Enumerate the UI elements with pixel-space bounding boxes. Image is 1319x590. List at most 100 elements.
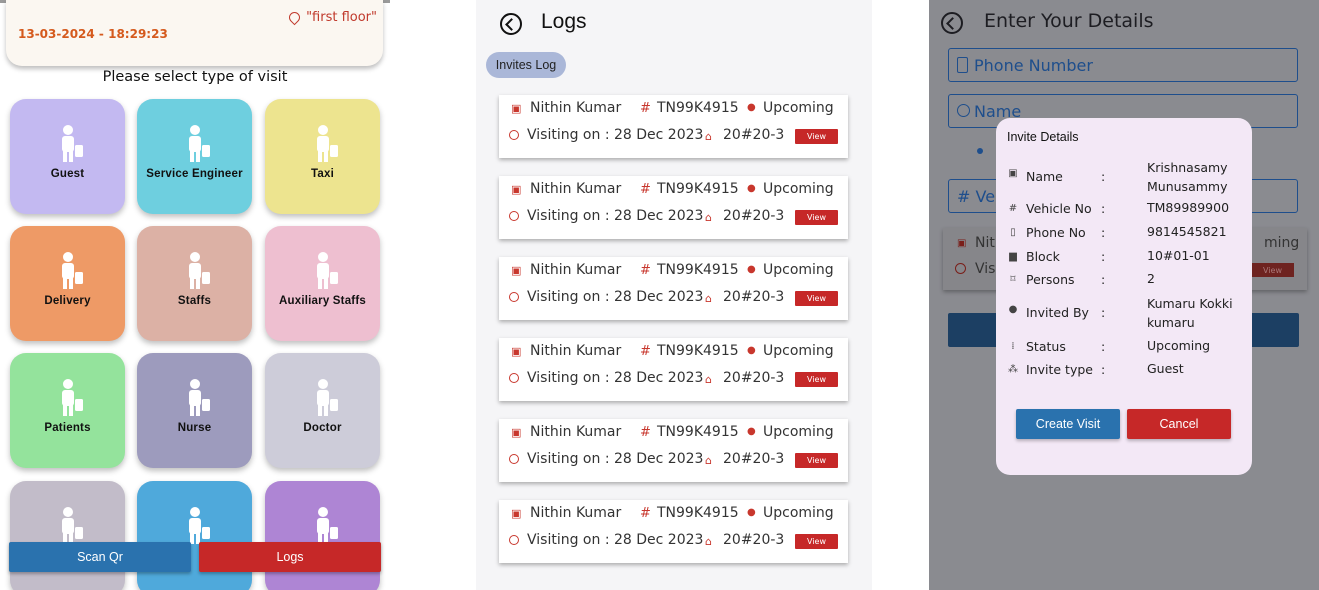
building-icon: ⌂ bbox=[705, 373, 712, 386]
bg-view-button: View bbox=[1251, 263, 1294, 277]
detail-colon: : bbox=[1101, 339, 1106, 354]
details-screen: Enter Your Details Phone Number Name # V… bbox=[929, 0, 1319, 590]
visit-type-label: Delivery bbox=[44, 295, 91, 307]
id-card-icon: ▣ bbox=[1008, 168, 1018, 179]
unit-number: 20#20-3 bbox=[723, 208, 785, 224]
doctor-icon bbox=[301, 375, 345, 419]
visit-type-tile[interactable]: Doctor bbox=[265, 353, 380, 468]
log-entry-card[interactable]: ▣ Nithin Kumar # TN99K4915 ● Upcoming Visiting… bbox=[499, 257, 848, 320]
vehicle-number: TN99K4915 bbox=[657, 100, 739, 116]
detail-value: 9814545821 bbox=[1147, 224, 1227, 239]
visit-type-tile[interactable] bbox=[10, 481, 125, 590]
tab-invites-log[interactable]: Invites Log bbox=[486, 52, 566, 78]
visit-type-prompt: Please select type of visit bbox=[102, 69, 288, 85]
building-icon: ⌂ bbox=[705, 454, 712, 467]
visiting-date: Visiting on : 28 Dec 2023 bbox=[527, 127, 704, 143]
detail-value: Guest bbox=[1147, 361, 1184, 376]
back-button[interactable] bbox=[941, 12, 963, 34]
staff-icon bbox=[173, 248, 217, 292]
visit-type-tile[interactable]: Delivery bbox=[10, 226, 125, 341]
building-icon: ⌂ bbox=[705, 211, 712, 224]
visit-type-tile[interactable]: Guest bbox=[10, 99, 125, 214]
view-button[interactable]: View bbox=[795, 372, 838, 387]
hash-icon: # bbox=[640, 344, 651, 359]
status-text: Upcoming bbox=[763, 181, 834, 197]
taxi-icon bbox=[301, 121, 345, 165]
id-card-icon: ▣ bbox=[511, 345, 522, 358]
detail-value: Krishnasamy Munusammy bbox=[1147, 160, 1228, 194]
visiting-date: Visiting on : 28 Dec 2023 bbox=[527, 532, 704, 548]
visit-type-label: Taxi bbox=[311, 168, 334, 180]
phone-number-field[interactable]: Phone Number bbox=[948, 48, 1298, 82]
page-title: Logs bbox=[541, 10, 587, 33]
scan-qr-button[interactable]: Scan Qr bbox=[9, 542, 191, 572]
visit-type-tile[interactable]: Taxi bbox=[265, 99, 380, 214]
location-pin-icon bbox=[286, 9, 303, 26]
hash-icon: # bbox=[640, 182, 651, 197]
datetime-text: 13-03-2024 - 18:29:23 bbox=[18, 27, 168, 41]
location-label[interactable]: "first floor" bbox=[286, 9, 377, 26]
create-visit-button[interactable]: Create Visit bbox=[1016, 409, 1120, 439]
clock-icon bbox=[509, 373, 519, 383]
bg-status-text: ming bbox=[1264, 235, 1300, 251]
view-button[interactable]: View bbox=[795, 453, 838, 468]
view-button[interactable]: View bbox=[795, 129, 838, 144]
logs-button[interactable]: Logs bbox=[199, 542, 381, 572]
log-entry-card[interactable]: ▣ Nithin Kumar # TN99K4915 ● Upcoming Visiting… bbox=[499, 95, 848, 158]
unit-number: 20#20-3 bbox=[723, 532, 785, 548]
visit-type-tile[interactable] bbox=[265, 481, 380, 590]
visit-type-tile[interactable]: Patients bbox=[10, 353, 125, 468]
clock-icon bbox=[509, 535, 519, 545]
detail-label: Invited By bbox=[1026, 305, 1089, 320]
log-entry-card[interactable]: ▣ Nithin Kumar # TN99K4915 ● Upcoming Visiting… bbox=[499, 419, 848, 482]
log-entry-card[interactable]: ▣ Nithin Kumar # TN99K4915 ● Upcoming Visiting… bbox=[499, 176, 848, 239]
status-text: Upcoming bbox=[763, 262, 834, 278]
visit-type-tile[interactable]: Auxiliary Staffs bbox=[265, 226, 380, 341]
clock-icon bbox=[509, 292, 519, 302]
log-entry-card[interactable]: ▣ Nithin Kumar # TN99K4915 ● Upcoming Visiting… bbox=[499, 500, 848, 563]
back-arrow-icon bbox=[505, 17, 518, 31]
id-card-icon: ▣ bbox=[511, 102, 522, 115]
detail-colon: : bbox=[1101, 249, 1106, 264]
vehicle-number: TN99K4915 bbox=[657, 505, 739, 521]
visit-type-tile[interactable]: Staffs bbox=[137, 226, 252, 341]
phone-placeholder-text: Phone Number bbox=[974, 56, 1093, 75]
view-button[interactable]: View bbox=[795, 291, 838, 306]
status-text: Upcoming bbox=[763, 505, 834, 521]
radio-button[interactable] bbox=[977, 148, 983, 154]
detail-colon: : bbox=[1101, 201, 1106, 216]
user-icon bbox=[957, 104, 970, 117]
view-button[interactable]: View bbox=[795, 210, 838, 225]
cancel-button[interactable]: Cancel bbox=[1127, 409, 1231, 439]
status-text: Upcoming bbox=[763, 100, 834, 116]
id-card-icon: ▣ bbox=[511, 183, 522, 196]
visit-type-tile[interactable]: Nurse bbox=[137, 353, 252, 468]
vehicle-number: TN99K4915 bbox=[657, 424, 739, 440]
visit-type-tile[interactable] bbox=[137, 481, 252, 590]
detail-value: 10#01-01 bbox=[1147, 248, 1210, 263]
vehicle-number: TN99K4915 bbox=[657, 181, 739, 197]
clock-icon bbox=[955, 263, 966, 274]
detail-value: 2 bbox=[1147, 271, 1155, 286]
vehicle-number: TN99K4915 bbox=[657, 343, 739, 359]
phone-icon bbox=[957, 57, 968, 73]
view-button[interactable]: View bbox=[795, 534, 838, 549]
hash-icon: # bbox=[640, 263, 651, 278]
log-entry-card[interactable]: ▣ Nithin Kumar # TN99K4915 ● Upcoming Visiting… bbox=[499, 338, 848, 401]
visit-type-tile[interactable]: Service Engineer bbox=[137, 99, 252, 214]
visiting-date: Visiting on : 28 Dec 2023 bbox=[527, 451, 704, 467]
visitor-name: Nithin Kumar bbox=[530, 424, 622, 440]
clock-icon bbox=[509, 130, 519, 140]
detail-label: Phone No bbox=[1026, 225, 1086, 240]
status-icon: ● bbox=[747, 345, 756, 356]
back-button[interactable] bbox=[500, 13, 522, 35]
invite-details-dialog: Invite Details ▣ Name: Krishnasamy Munusam… bbox=[996, 118, 1252, 475]
detail-value: Kumaru Kokki kumaru bbox=[1147, 296, 1233, 330]
building-icon: ⌂ bbox=[705, 535, 712, 548]
detail-colon: : bbox=[1101, 272, 1106, 287]
detail-colon: : bbox=[1101, 225, 1106, 240]
status-icon: ● bbox=[747, 264, 756, 275]
visiting-date: Visiting on : 28 Dec 2023 bbox=[527, 289, 704, 305]
clock-icon bbox=[509, 454, 519, 464]
visit-type-screen: 13-03-2024 - 18:29:23 "first floor" Plea… bbox=[0, 0, 390, 590]
